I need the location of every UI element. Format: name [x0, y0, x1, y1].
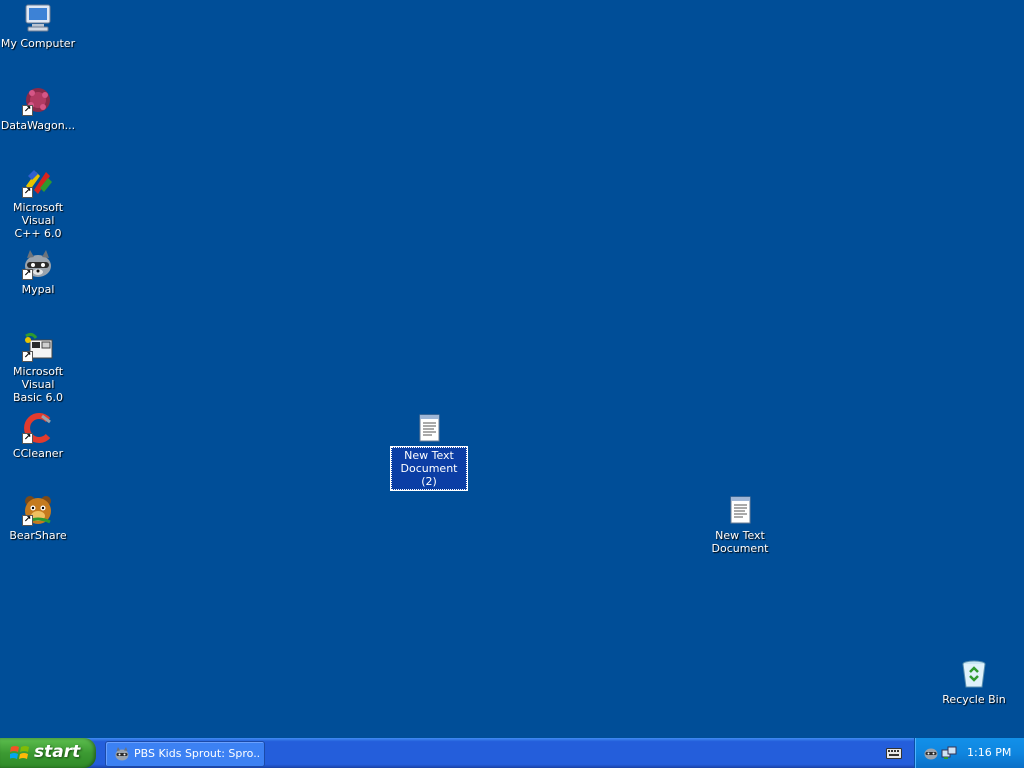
system-tray: 1:16 PM: [914, 738, 1024, 768]
clock[interactable]: 1:16 PM: [967, 746, 1011, 759]
desktop-icon-datawagon[interactable]: ↗ DataWagon...: [0, 84, 76, 132]
shortcut-arrow-icon: ↗: [22, 515, 33, 526]
text-document-icon: [724, 494, 756, 526]
text-document-icon: [413, 412, 445, 444]
desktop[interactable]: My Computer ↗ DataWagon... ↗ Microsoft V…: [0, 0, 1024, 738]
icon-label: New Text Document: [711, 529, 769, 555]
start-label: start: [34, 742, 81, 762]
icon-label-selected: New Text Document (2): [390, 446, 468, 491]
icon-label: Microsoft Visual C++ 6.0: [12, 201, 64, 240]
desktop-icon-new-text-document-2[interactable]: New Text Document (2): [390, 412, 468, 491]
datawagon-icon: ↗: [22, 84, 54, 116]
desktop-icon-bearshare[interactable]: ↗ BearShare: [0, 494, 76, 542]
taskbar-button-pbs-kids[interactable]: PBS Kids Sprout: Spro...: [105, 741, 265, 767]
icon-label: CCleaner: [12, 447, 64, 460]
icon-label: Microsoft Visual Basic 6.0: [12, 365, 64, 404]
visual-basic-icon: ↗: [22, 330, 54, 362]
desktop-icon-visual-cpp[interactable]: ↗ Microsoft Visual C++ 6.0: [0, 166, 76, 240]
mypal-raccoon-icon[interactable]: [923, 745, 939, 761]
shortcut-arrow-icon: ↗: [22, 187, 33, 198]
mypal-raccoon-icon: [115, 747, 129, 761]
computer-icon: [22, 2, 54, 34]
desktop-icon-my-computer[interactable]: My Computer: [0, 2, 76, 50]
desktop-icon-mypal[interactable]: ↗ Mypal: [0, 248, 76, 296]
shortcut-arrow-icon: ↗: [22, 269, 33, 280]
network-icon[interactable]: [941, 745, 957, 761]
icon-label: My Computer: [0, 37, 76, 50]
recycle-bin-icon: [958, 658, 990, 690]
shortcut-arrow-icon: ↗: [22, 433, 33, 444]
taskbar-button-label: PBS Kids Sprout: Spro...: [134, 747, 260, 760]
icon-label: BearShare: [9, 529, 67, 542]
ccleaner-icon: ↗: [22, 412, 54, 444]
desktop-icon-new-text-document[interactable]: New Text Document: [702, 494, 778, 555]
mypal-raccoon-icon: ↗: [22, 248, 54, 280]
visual-cpp-icon: ↗: [22, 166, 54, 198]
bearshare-icon: ↗: [22, 494, 54, 526]
start-button[interactable]: start: [0, 738, 96, 768]
shortcut-arrow-icon: ↗: [22, 351, 33, 362]
icon-label: Recycle Bin: [942, 693, 1006, 706]
keyboard-icon[interactable]: [886, 746, 902, 760]
icon-label: DataWagon...: [0, 119, 76, 132]
desktop-icon-visual-basic[interactable]: ↗ Microsoft Visual Basic 6.0: [0, 330, 76, 404]
desktop-icon-recycle-bin[interactable]: Recycle Bin: [936, 658, 1012, 706]
taskbar: start PBS Kids Sprout: Spro... 1:16 PM: [0, 738, 1024, 768]
windows-flag-icon: [10, 746, 29, 759]
shortcut-arrow-icon: ↗: [22, 105, 33, 116]
icon-label: Mypal: [21, 283, 55, 296]
desktop-icon-ccleaner[interactable]: ↗ CCleaner: [0, 412, 76, 460]
